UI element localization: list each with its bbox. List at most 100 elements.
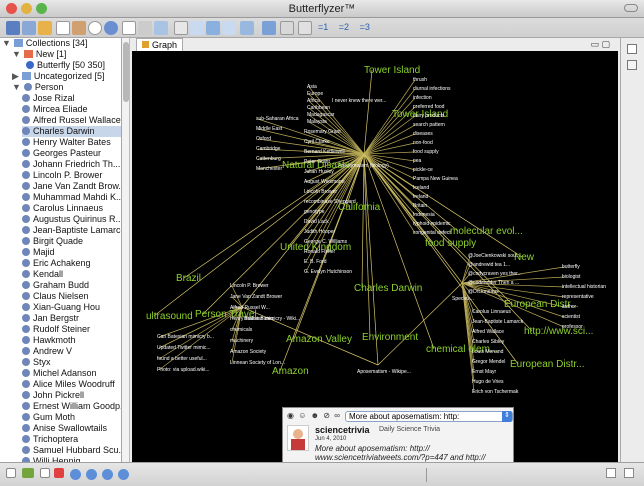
graph-node-tweet-preview[interactable]: Photo: via upload.wiki... [157, 367, 210, 373]
tree-person[interactable]: ▼ Person [12, 82, 121, 93]
person-icon[interactable] [72, 21, 86, 35]
tab-graph[interactable]: Graph [136, 38, 184, 51]
graph-node-left-list[interactable]: Manchester [256, 166, 282, 172]
graph-node-right-list[interactable]: preferred food [413, 104, 444, 110]
document-icon[interactable] [22, 21, 36, 35]
image-icon[interactable] [174, 21, 188, 35]
warning-icon[interactable] [54, 468, 64, 478]
graph-node-right-list[interactable]: typhoid epidemic [413, 221, 451, 227]
graph-node-european-distr2[interactable]: European Distr... [510, 359, 584, 370]
graph-node-center-people[interactable]: Judith Hooper [304, 229, 335, 235]
toolbar-toggle-icon[interactable] [624, 4, 638, 12]
graph-node-top-list[interactable]: Madagascar [307, 112, 335, 118]
person-icon[interactable]: ☺ [298, 411, 307, 420]
graph-node-lower-right[interactable]: Hugo de Vries [472, 379, 504, 385]
person-list-item[interactable]: Rudolf Steiner [22, 324, 121, 335]
graph-node-right-list[interactable]: diseases [413, 131, 433, 137]
share-icon[interactable] [206, 21, 220, 35]
graph-node-tweet-preview[interactable]: Can Batesian mimicry b... [157, 334, 214, 340]
graph-node-right-list[interactable]: Pampa New Guinea [413, 176, 458, 182]
graph-node-center-people[interactable]: Bernard Kettlewell [304, 149, 345, 155]
person-list-item[interactable]: Jane Van Zandt Brow... [22, 181, 121, 192]
panel-icon[interactable] [627, 44, 637, 54]
toggle-icon[interactable] [104, 21, 118, 35]
graph-node-amazon-valley[interactable]: Amazon Valley [286, 334, 352, 345]
graph-node-lower-right[interactable]: Louis Menand [472, 349, 503, 355]
graph-node-left-list[interactable]: Middle East [256, 126, 282, 132]
forward-icon[interactable] [86, 469, 97, 480]
person-list-item[interactable]: Michel Adanson [22, 368, 121, 379]
refresh-icon[interactable] [222, 21, 236, 35]
graph-node-center-people[interactable]: G. Evelyn Hutchinson [304, 269, 352, 275]
graph-node-right-list[interactable]: non-food [413, 140, 433, 146]
level-1-button[interactable]: =1 [318, 22, 328, 32]
tree-collections[interactable]: ▼ Collections [34] [2, 38, 121, 49]
graph-node-tower-island[interactable]: Tower Island [364, 65, 420, 76]
graph-node-charles-darwin[interactable]: Charles Darwin [354, 283, 422, 294]
person-list-item[interactable]: Eric Achakeng [22, 258, 121, 269]
graph-canvas[interactable]: Aposematism (biology) Species... Batesian … [132, 51, 618, 462]
layout-icon[interactable] [154, 21, 168, 35]
graph-node-far-right[interactable]: author [562, 304, 576, 310]
graph-node-right-list[interactable]: Britain [413, 203, 427, 209]
graph-node-left-list[interactable]: Oxford [256, 136, 271, 142]
person-list-item[interactable]: Graham Budd [22, 280, 121, 291]
graph-node-social-list[interactable]: @andrewid tea 1... [468, 262, 510, 268]
graph-node-molecular[interactable]: molecular evol... [450, 226, 523, 237]
graph-node-tweet-preview[interactable]: Updated Twitter mimic... [157, 345, 211, 351]
graph-node-lower-right[interactable]: Gregor Mendel [472, 359, 505, 365]
graph-node-top-list[interactable]: Europe [307, 91, 323, 97]
graph-node-top-list[interactable]: Malaysia [307, 119, 327, 125]
chevron-down-icon[interactable]: ⇕ [502, 411, 512, 422]
up-icon[interactable] [102, 469, 113, 480]
eye-icon[interactable] [56, 21, 70, 35]
person-list-item[interactable]: Styx [22, 357, 121, 368]
graph-node-center-people[interactable]: Lincoln Brower [304, 189, 337, 195]
graph-node-center-people[interactable]: Julian Huxley [304, 169, 334, 175]
scrollbar-thumb[interactable] [123, 42, 129, 102]
graph-node-far-right[interactable]: intellectual historian [562, 284, 606, 290]
back-icon[interactable] [70, 469, 81, 480]
graph-node-lower-right[interactable]: Charles Sibley [472, 339, 504, 345]
chart-icon[interactable] [280, 21, 294, 35]
edit-icon[interactable] [627, 60, 637, 70]
link-icon[interactable]: ∞ [334, 411, 341, 420]
graph-node-lower-mid[interactable]: Henry Walter Bates [230, 316, 273, 322]
graph-node-left-list[interactable]: Cattenburg [256, 156, 281, 162]
person-list-item[interactable]: Majid [22, 247, 121, 258]
person-list-item[interactable]: Gum Moth [22, 412, 121, 423]
graph-node-lower-mid[interactable]: Jane Van Zandt Brower [230, 294, 282, 300]
graph-node-right-list[interactable]: diurnal infections [413, 86, 451, 92]
graph-node-top-list[interactable]: Caribbean [307, 105, 330, 111]
person-list-item[interactable]: Birgit Quade [22, 236, 121, 247]
graph-node-right-list[interactable]: infection [413, 95, 432, 101]
down-icon[interactable] [118, 469, 129, 480]
person-list-item[interactable]: Hawkmoth [22, 335, 121, 346]
graph-node-center-people[interactable]: recombinase Sheppard [304, 199, 356, 205]
graph-node-lower-right[interactable]: Jean-Baptiste Lamarck [472, 319, 523, 325]
panel-icon[interactable] [624, 468, 634, 478]
filter-icon[interactable] [122, 21, 136, 35]
person-list-item[interactable]: Alice Miles Woodruff [22, 379, 121, 390]
tweet-username[interactable]: sciencetrivia [315, 425, 370, 435]
graph-node-center-people[interactable]: David Lack [304, 219, 329, 225]
graph-node-lower-right[interactable]: Carolus Linnaeus [472, 309, 511, 315]
graph-node-right-list[interactable]: congenital defect [413, 230, 451, 236]
people-icon[interactable]: ☻ [311, 411, 320, 420]
tree-new[interactable]: ▼ New [1] [12, 49, 121, 60]
graph-node-far-right[interactable]: scientist [562, 314, 580, 320]
graph-node-brazil[interactable]: Brazil [176, 273, 201, 284]
zoom-window-icon[interactable] [36, 3, 47, 14]
minimize-window-icon[interactable] [21, 3, 32, 14]
window-icon[interactable] [190, 21, 204, 35]
new-icon[interactable] [6, 468, 16, 478]
sidebar-scrollbar[interactable] [122, 38, 130, 462]
graph-node-center-people[interactable]: Cyril Clarke [304, 139, 330, 145]
tree-butterfly[interactable]: Butterfly [50 350] [26, 60, 121, 71]
tag-icon[interactable]: ⊘ [323, 411, 331, 420]
close-window-icon[interactable] [6, 3, 17, 14]
graph-node-center-people[interactable]: George C. Williams [304, 239, 347, 245]
graph-node-far-right[interactable]: butterfly [562, 264, 580, 270]
graph-node-right-list[interactable]: dairy products [413, 113, 444, 119]
graph-node-right-list[interactable]: search pattern [413, 122, 445, 128]
